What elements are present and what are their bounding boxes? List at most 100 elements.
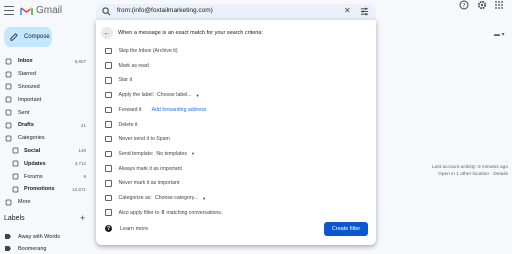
apps-grid-icon[interactable]	[494, 0, 504, 10]
draft-icon	[5, 122, 12, 129]
dropdown-caret-icon[interactable]: ▼	[202, 196, 206, 201]
sidebar-item-count: 9	[83, 174, 86, 180]
sidebar-nav: Inbox 6,607 Starred Snoozed Important Sent Dra…	[0, 55, 90, 209]
dropdown-caret-icon[interactable]: ▼	[191, 151, 195, 156]
main-menu-icon[interactable]	[4, 6, 14, 16]
filter-option-label: Also apply filter to	[118, 209, 160, 216]
filter-option-checkbox[interactable]	[105, 121, 112, 128]
filter-option-label: Skip the Inbox (Archive it)	[118, 48, 178, 54]
filter-option-label: Send template:	[118, 150, 154, 157]
filter-option-checkbox[interactable]	[105, 180, 112, 187]
filter-option-checkbox[interactable]	[105, 135, 112, 143]
filter-option-label: Never send it to Spam	[118, 136, 170, 143]
filter-option: Never mark it as important	[105, 178, 179, 188]
gmail-m-icon	[20, 6, 33, 15]
sidebar-item-label: Forums	[24, 173, 43, 180]
sidebar-item-important[interactable]: Important	[0, 93, 90, 106]
sidebar-item-drafts[interactable]: Drafts 41	[0, 119, 90, 132]
filter-option: Star it	[105, 75, 132, 85]
sidebar-item-count: 41	[80, 122, 86, 128]
filter-option: Send template: No templates ▼	[105, 149, 195, 159]
filter-option-checkbox[interactable]	[105, 150, 112, 158]
learn-more-link[interactable]: Learn more	[120, 226, 148, 232]
dropdown-caret-icon[interactable]: ▼	[196, 93, 200, 98]
pencil-icon	[10, 33, 18, 41]
filter-option-checkbox[interactable]	[105, 165, 112, 172]
help-icon[interactable]: ?	[459, 0, 469, 10]
promotions-icon	[12, 186, 19, 193]
sidebar-item-social[interactable]: Social 148	[0, 145, 90, 158]
compose-button[interactable]: Compose	[4, 27, 52, 47]
chevron-down-icon	[5, 199, 12, 206]
social-icon	[12, 147, 19, 154]
important-icon	[5, 96, 12, 103]
sidebar-item-label: Categories	[18, 135, 45, 142]
search-icon[interactable]	[102, 7, 111, 16]
back-arrow-icon[interactable]: ←	[101, 27, 113, 39]
search-options-icon[interactable]	[360, 7, 369, 16]
compose-label: Compose	[24, 34, 50, 40]
sidebar-item-more[interactable]: More	[0, 196, 90, 209]
account-activity: Last account activity: 0 minutes ago Ope…	[432, 164, 508, 178]
filter-option-checkbox[interactable]	[105, 62, 112, 69]
sidebar-item-label: Social	[24, 147, 41, 154]
settings-gear-icon[interactable]	[477, 0, 487, 10]
filter-option: Apply the label: Choose label... ▼	[105, 90, 200, 100]
filter-option: Skip the Inbox (Archive it)	[105, 46, 178, 56]
star-icon	[5, 71, 12, 78]
search-bar[interactable]: from:(info@foxtailmarketing.com) ✕	[96, 4, 376, 20]
clear-search-icon[interactable]: ✕	[344, 6, 351, 15]
sidebar-item-label: Promotions	[24, 186, 55, 193]
sidebar-item-starred[interactable]: Starred	[0, 68, 90, 81]
labels-heading: Labels	[4, 215, 25, 222]
filter-option-checkbox[interactable]	[105, 209, 112, 216]
create-filter-button[interactable]: Create filter	[324, 222, 368, 236]
filter-option-label: Apply the label:	[118, 92, 154, 99]
filter-option-checkbox[interactable]	[105, 91, 112, 99]
learn-more[interactable]: ? Learn more	[105, 225, 148, 232]
sidebar-item-snoozed[interactable]: Snoozed	[0, 81, 90, 94]
filter-option-label: 0	[161, 209, 165, 216]
filter-option-checkbox[interactable]	[105, 47, 112, 55]
app-name: Gmail	[36, 5, 63, 16]
sidebar-item-inbox[interactable]: Inbox 6,607	[0, 55, 90, 68]
filter-option: Categorize as: Choose category... ▼	[105, 193, 206, 203]
filter-option-checkbox[interactable]	[105, 77, 112, 84]
add-label-button[interactable]: +	[80, 213, 85, 223]
label-item[interactable]: Boomerang	[0, 243, 90, 254]
label-name: Away with Words	[18, 233, 60, 240]
filter-option-label: Categorize as:	[118, 195, 152, 201]
filter-option: Mark as read	[105, 61, 149, 71]
clock-icon	[5, 83, 12, 90]
label-tag-icon	[5, 246, 11, 251]
search-input[interactable]: from:(info@foxtailmarketing.com)	[117, 7, 213, 14]
sidebar-item-categories[interactable]: Categories	[0, 132, 90, 145]
sidebar-item-sent[interactable]: Sent	[0, 106, 90, 119]
filter-option-dropdown[interactable]: Choose label...	[157, 92, 192, 98]
filter-panel-heading: When a message is an exact match for you…	[118, 30, 263, 36]
sidebar-item-forums[interactable]: Forums 9	[0, 170, 90, 183]
filter-option: Delete it	[105, 120, 138, 130]
filter-option-label: Star it	[118, 77, 133, 84]
help-circle-icon: ?	[105, 225, 112, 232]
filter-option-dropdown[interactable]: No templates	[156, 151, 187, 157]
filter-option-checkbox[interactable]	[105, 194, 112, 202]
filter-option-label: Delete it	[118, 121, 138, 128]
filter-option-dropdown[interactable]: Choose category...	[155, 195, 198, 201]
sidebar-item-count: 6,607	[74, 58, 86, 64]
gmail-logo[interactable]: Gmail	[20, 5, 62, 16]
filter-option: Always mark it as important	[105, 164, 182, 174]
filter-option-checkbox[interactable]	[105, 106, 112, 114]
other-location-text[interactable]: Open in 1 other location · Details	[432, 171, 508, 178]
sidebar-item-count: 12,671	[72, 186, 86, 192]
forums-icon	[12, 173, 19, 180]
sidebar-item-updates[interactable]: Updates 4,712	[0, 157, 90, 170]
filter-option-label: matching conversations.	[166, 209, 223, 216]
create-filter-panel: ← When a message is an exact match for y…	[96, 20, 376, 245]
label-item[interactable]: Away with Words	[0, 231, 90, 242]
label-tag-icon	[5, 234, 11, 239]
sidebar-item-promotions[interactable]: Promotions 12,671	[0, 183, 90, 196]
add-forwarding-address-link[interactable]: Add forwarding address	[152, 107, 207, 113]
input-tools-dropdown-icon[interactable]: ▬ ▾	[494, 31, 505, 38]
filter-option-label: Always mark it as important	[118, 165, 182, 172]
